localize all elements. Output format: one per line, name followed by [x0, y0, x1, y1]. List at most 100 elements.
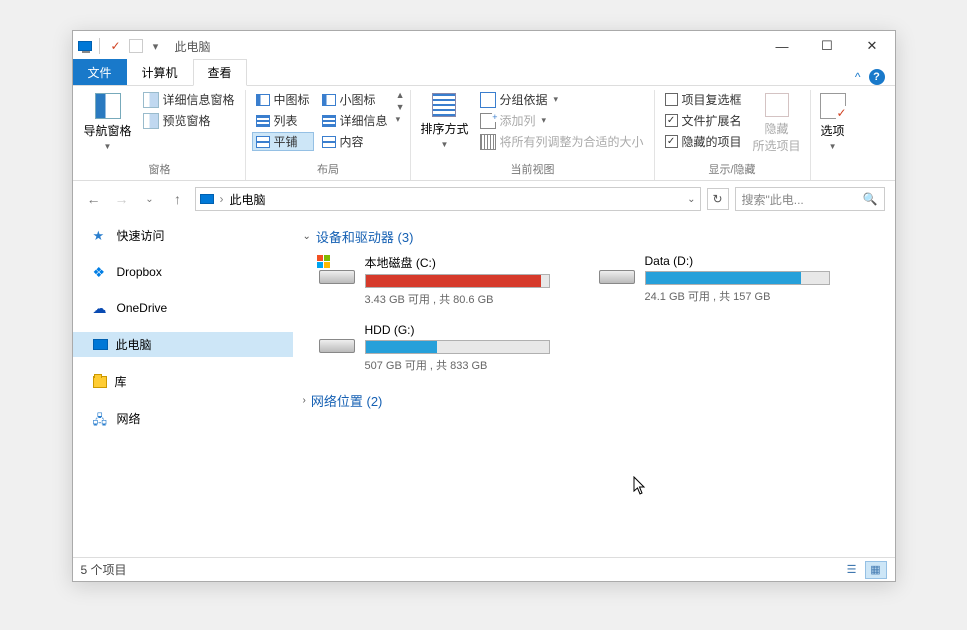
ribbon: 导航窗格 ▼ 详细信息窗格 预览窗格 窗格 — [73, 86, 895, 181]
list-icon — [256, 115, 270, 127]
sidebar-quick-access[interactable]: ★快速访问 — [73, 223, 293, 248]
details-pane-label: 详细信息窗格 — [163, 91, 235, 108]
ribbon-group-current-view: 排序方式 ▼ 分组依据 添加列 将所有列调整为合适的大小 当前视图 — [411, 90, 654, 180]
forward-button[interactable]: → — [111, 188, 133, 210]
close-button[interactable]: ✕ — [850, 31, 895, 61]
tab-view[interactable]: 查看 — [193, 59, 247, 86]
add-columns-button[interactable]: 添加列 — [476, 111, 648, 130]
details-icon — [322, 115, 336, 127]
group-by-icon — [480, 92, 496, 108]
app-icon[interactable] — [78, 41, 92, 51]
layout-list[interactable]: 列表 — [252, 111, 314, 130]
sidebar-dropbox[interactable]: ❖Dropbox — [73, 260, 293, 284]
layout-medium-icons[interactable]: 中图标 — [252, 90, 314, 109]
content-pane: ⌄ 设备和驱动器 (3) 本地磁盘 (C:) 3.43 GB 可用 , 共 80… — [293, 217, 895, 557]
view-tiles-toggle[interactable]: ▦ — [865, 561, 887, 579]
dropbox-icon: ❖ — [93, 264, 109, 280]
nav-pane-button[interactable]: 导航窗格 ▼ — [81, 90, 135, 154]
file-extensions-toggle[interactable]: 文件扩展名 — [661, 111, 746, 130]
drive-usage-bar — [645, 271, 830, 285]
layout-scroll-up-icon[interactable]: ▲ — [396, 90, 405, 100]
drive-name: 本地磁盘 (C:) — [365, 254, 569, 271]
drive-usage-bar — [365, 340, 550, 354]
maximize-button[interactable]: ☐ — [805, 31, 850, 61]
search-box[interactable]: 搜索"此电... 🔍 — [735, 187, 885, 211]
qat-dropdown-icon[interactable]: ▾ — [147, 37, 165, 55]
sidebar-onedrive[interactable]: ☁OneDrive — [73, 296, 293, 320]
expand-icon: ⌄ — [303, 231, 311, 242]
sidebar-this-pc[interactable]: 此电脑 — [73, 332, 293, 357]
medium-icons-icon — [256, 94, 270, 106]
nav-pane-label: 导航窗格 — [84, 122, 132, 139]
drive-item[interactable]: Data (D:) 24.1 GB 可用 , 共 157 GB — [599, 254, 849, 307]
ribbon-group-show-hide: 项目复选框 文件扩展名 隐藏的项目 隐藏 所选项目 显示/隐藏 — [655, 90, 811, 180]
layout-expand-icon[interactable]: ▾ — [396, 114, 405, 125]
layout-details[interactable]: 详细信息 — [318, 111, 392, 130]
checkbox-icon — [665, 93, 678, 106]
tab-file[interactable]: 文件 — [73, 59, 127, 85]
section-network-locations-header[interactable]: › 网络位置 (2) — [303, 387, 885, 418]
details-pane-button[interactable]: 详细信息窗格 — [139, 90, 239, 109]
drive-name: Data (D:) — [645, 254, 849, 268]
navigation-bar: ← → ⌄ ↑ › 此电脑 ⌄ ↻ 搜索"此电... 🔍 — [73, 181, 895, 217]
hidden-items-toggle[interactable]: 隐藏的项目 — [661, 132, 746, 151]
help-icon[interactable]: ? — [869, 69, 885, 85]
layout-content[interactable]: 内容 — [318, 132, 392, 151]
hide-selected-button[interactable]: 隐藏 所选项目 — [750, 90, 804, 157]
preview-pane-icon — [143, 113, 159, 129]
add-columns-icon — [480, 113, 496, 129]
address-bar[interactable]: › 此电脑 ⌄ — [195, 187, 701, 211]
address-crumb[interactable]: 此电脑 — [230, 191, 266, 208]
layout-small-icons[interactable]: 小图标 — [318, 90, 392, 109]
size-columns-button[interactable]: 将所有列调整为合适的大小 — [476, 132, 648, 151]
show-hide-group-label: 显示/隐藏 — [661, 159, 804, 180]
drive-name: HDD (G:) — [365, 323, 569, 337]
minimize-button[interactable]: — — [760, 31, 805, 61]
section-devices-header[interactable]: ⌄ 设备和驱动器 (3) — [303, 223, 885, 254]
ribbon-collapse-icon[interactable]: ^ — [855, 70, 861, 84]
item-checkboxes-toggle[interactable]: 项目复选框 — [661, 90, 746, 109]
drive-item[interactable]: HDD (G:) 507 GB 可用 , 共 833 GB — [319, 323, 569, 373]
libraries-icon — [93, 376, 107, 388]
address-dropdown-icon[interactable]: ⌄ — [687, 194, 695, 205]
options-icon — [820, 93, 846, 119]
up-button[interactable]: ↑ — [167, 188, 189, 210]
view-details-toggle[interactable]: ☰ — [841, 561, 863, 579]
qat-separator — [99, 38, 100, 54]
layout-group-label: 布局 — [252, 159, 405, 180]
sidebar-libraries[interactable]: 库 — [73, 369, 293, 394]
drives-list: 本地磁盘 (C:) 3.43 GB 可用 , 共 80.6 GB Data (D… — [303, 254, 885, 373]
crumb-separator-icon: › — [220, 192, 224, 206]
star-icon: ★ — [93, 228, 109, 244]
sidebar-network[interactable]: 🖧网络 — [73, 406, 293, 431]
quick-access-toolbar: ✓ ▾ — [78, 37, 165, 55]
status-bar: 5 个项目 ☰ ▦ — [73, 557, 895, 581]
drive-icon — [599, 254, 635, 286]
drive-stats: 3.43 GB 可用 , 共 80.6 GB — [365, 291, 569, 307]
back-button[interactable]: ← — [83, 188, 105, 210]
options-button[interactable]: 选项 ▼ — [817, 90, 849, 154]
title-bar: ✓ ▾ 此电脑 — ☐ ✕ — [73, 31, 895, 61]
refresh-button[interactable]: ↻ — [707, 188, 729, 210]
drive-icon — [319, 323, 355, 355]
small-icons-icon — [322, 94, 336, 106]
preview-pane-button[interactable]: 预览窗格 — [139, 111, 239, 130]
tab-computer[interactable]: 计算机 — [127, 59, 193, 85]
search-placeholder: 搜索"此电... — [742, 191, 804, 208]
drive-stats: 507 GB 可用 , 共 833 GB — [365, 357, 569, 373]
window-title: 此电脑 — [175, 38, 211, 55]
qat-new-folder-icon[interactable] — [129, 39, 143, 53]
group-by-button[interactable]: 分组依据 — [476, 90, 648, 109]
drive-icon — [319, 254, 355, 286]
recent-locations-button[interactable]: ⌄ — [139, 188, 161, 210]
ribbon-group-panes: 导航窗格 ▼ 详细信息窗格 预览窗格 窗格 — [75, 90, 246, 180]
qat-properties-icon[interactable]: ✓ — [107, 37, 125, 55]
explorer-body: ★快速访问 ❖Dropbox ☁OneDrive 此电脑 库 🖧网络 ⌄ 设备和… — [73, 217, 895, 557]
checkbox-checked-icon — [665, 114, 678, 127]
sort-by-button[interactable]: 排序方式 ▼ — [417, 90, 471, 152]
drive-item[interactable]: 本地磁盘 (C:) 3.43 GB 可用 , 共 80.6 GB — [319, 254, 569, 307]
checkbox-checked-icon — [665, 135, 678, 148]
pc-icon — [93, 339, 108, 350]
layout-scroll-down-icon[interactable]: ▼ — [396, 102, 405, 112]
layout-tiles[interactable]: 平铺 — [252, 132, 314, 151]
